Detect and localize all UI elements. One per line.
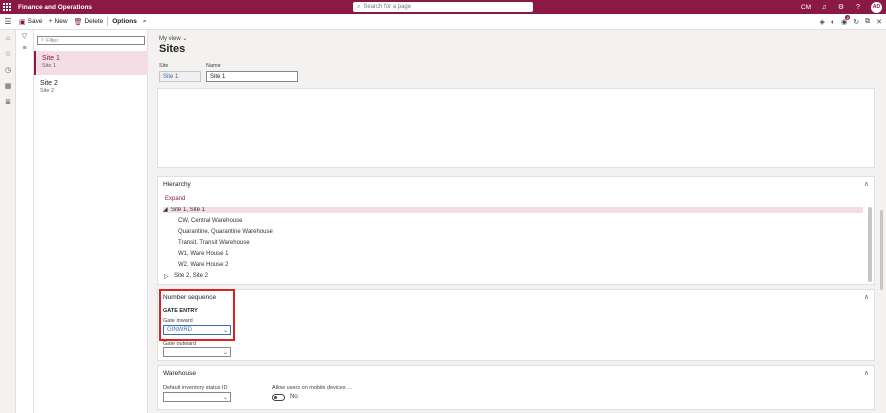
site-label: Site bbox=[159, 63, 169, 69]
search-placeholder: Search for a page bbox=[363, 4, 412, 10]
save-icon: ▣ bbox=[19, 18, 26, 26]
open-new-window-icon[interactable]: ⧉ bbox=[865, 18, 870, 26]
close-icon[interactable]: ✕ bbox=[876, 18, 882, 26]
options-button[interactable]: Options bbox=[109, 14, 140, 30]
trash-icon: 🗑 bbox=[73, 18, 83, 26]
page-title: Sites bbox=[159, 43, 186, 55]
main-scrollbar[interactable] bbox=[880, 210, 883, 290]
mobile-devices-toggle[interactable] bbox=[272, 394, 285, 401]
tree-node-site-2[interactable]: ▷ Site 2, Site 2 bbox=[164, 271, 208, 281]
new-button[interactable]: + New bbox=[45, 14, 70, 30]
list-item-title: Site 1 bbox=[42, 55, 60, 62]
my-view-label: My view bbox=[159, 36, 181, 42]
tree-node[interactable]: Quarantine, Quarantine Warehouse bbox=[178, 227, 273, 237]
refresh-icon[interactable]: ↻ bbox=[853, 18, 859, 26]
notification-count: 2 bbox=[845, 15, 851, 20]
action-search-button[interactable]: ⌕ bbox=[140, 14, 150, 30]
filter-column: ▽ ≡ bbox=[16, 30, 34, 413]
gear-icon[interactable]: ⚙ bbox=[837, 3, 845, 11]
gate-outward-dropdown[interactable]: ⌄ bbox=[163, 347, 231, 357]
chevron-up-icon[interactable]: ∧ bbox=[864, 180, 869, 188]
tree-node-site-1[interactable]: ◢ Site 1, Site 1 bbox=[163, 207, 863, 213]
chevron-up-icon[interactable]: ∧ bbox=[864, 369, 869, 377]
new-label: New bbox=[54, 18, 68, 25]
top-bar: Finance and Operations ⌕ Search for a pa… bbox=[0, 0, 886, 14]
options-label: Options bbox=[112, 18, 137, 25]
mobile-devices-value: No bbox=[290, 394, 298, 400]
workspaces-icon[interactable]: ▦ bbox=[0, 78, 16, 94]
tree-node[interactable]: CW, Central Warehouse bbox=[178, 216, 242, 226]
filter-input[interactable]: ⌕ Filter bbox=[37, 36, 145, 45]
list-item-subtitle: Site 1 bbox=[42, 63, 57, 69]
name-field[interactable]: Site 1 bbox=[206, 71, 298, 82]
help-icon[interactable]: ? bbox=[854, 3, 862, 11]
divider bbox=[107, 17, 109, 26]
main-content: My view ⌄ Sites Site Site 1 Name Site 1 … bbox=[148, 30, 886, 413]
delete-label: Delete bbox=[84, 18, 104, 25]
list-item[interactable]: Site 2 Site 2 bbox=[34, 76, 148, 100]
list-toggle-icon[interactable]: ≡ bbox=[16, 42, 33, 54]
toggle-knob bbox=[274, 396, 277, 399]
tree-node[interactable]: W2, Ware House 2 bbox=[178, 260, 228, 270]
expand-button[interactable]: Expand bbox=[165, 196, 185, 202]
tree-scrollbar[interactable] bbox=[868, 207, 872, 282]
list-item-subtitle: Site 2 bbox=[40, 88, 55, 94]
avatar[interactable]: AD bbox=[871, 1, 882, 13]
save-label: Save bbox=[27, 18, 43, 25]
default-status-label: Default inventory status ID bbox=[163, 385, 228, 391]
hierarchy-title[interactable]: Hierarchy bbox=[163, 181, 191, 188]
chevron-down-icon: ⌄ bbox=[222, 395, 228, 401]
company-picker[interactable]: CM bbox=[801, 4, 811, 11]
search-icon: ⌕ bbox=[357, 3, 361, 10]
my-view-dropdown[interactable]: My view ⌄ bbox=[159, 35, 187, 42]
bell-icon[interactable]: ♫ bbox=[820, 3, 828, 11]
delete-button[interactable]: 🗑 Delete bbox=[71, 14, 107, 30]
home-icon[interactable]: ⌂ bbox=[0, 30, 16, 46]
tree-expander-icon[interactable]: ▷ bbox=[164, 273, 174, 280]
search-icon: ⌕ bbox=[41, 37, 45, 43]
office-icon[interactable]: ◐ bbox=[831, 19, 835, 26]
general-card bbox=[157, 88, 875, 168]
nav-rail: ⌂ ☆ ◷ ▦ ≣ bbox=[0, 30, 16, 413]
action-bar: ☰ ▣ Save + New 🗑 Delete Options ⌕ ◈ ◐ ◉ 2… bbox=[0, 14, 886, 30]
save-button[interactable]: ▣ Save bbox=[16, 14, 45, 30]
tree-node[interactable]: W1, Ware House 1 bbox=[178, 249, 228, 259]
search-icon: ⌕ bbox=[142, 17, 147, 25]
default-status-dropdown[interactable]: ⌄ bbox=[163, 392, 231, 402]
list-item-title: Site 2 bbox=[40, 80, 58, 87]
chevron-up-icon[interactable]: ∧ bbox=[864, 293, 869, 301]
modules-icon[interactable]: ≣ bbox=[0, 94, 16, 110]
warehouse-card: Warehouse ∧ Default inventory status ID … bbox=[157, 365, 875, 410]
warehouse-title[interactable]: Warehouse bbox=[163, 370, 196, 377]
name-label: Name bbox=[206, 63, 221, 69]
power-apps-icon[interactable]: ◈ bbox=[820, 18, 825, 26]
record-list: ⌕ Filter Site 1 Site 1 Site 2 Site 2 bbox=[34, 30, 148, 413]
number-sequence-card: Number sequence ∧ GATE ENTRY Gate inward… bbox=[157, 289, 875, 361]
action-bar-right: ◈ ◐ ◉ 2 ↻ ⧉ ✕ bbox=[820, 14, 882, 30]
tree-node-label: Site 1, Site 1 bbox=[171, 207, 206, 213]
hierarchy-card: Hierarchy ∧ Expand ◢ Site 1, Site 1 CW, … bbox=[157, 176, 875, 285]
hamburger-icon[interactable]: ☰ bbox=[0, 17, 16, 26]
chevron-down-icon: ⌄ bbox=[182, 36, 188, 42]
plus-icon: + bbox=[48, 18, 53, 25]
highlight-box bbox=[159, 289, 235, 341]
top-right-tools: CM ♫ ⚙ ? AD bbox=[801, 0, 882, 14]
filter-icon[interactable]: ▽ bbox=[16, 30, 33, 42]
app-title[interactable]: Finance and Operations bbox=[18, 4, 92, 11]
site-field[interactable]: Site 1 bbox=[159, 71, 201, 82]
mobile-devices-label: Allow users on mobile devices ... bbox=[272, 385, 352, 391]
chevron-down-icon: ⌄ bbox=[222, 350, 228, 356]
recent-icon[interactable]: ◷ bbox=[0, 62, 16, 78]
global-search-input[interactable]: ⌕ Search for a page bbox=[353, 2, 533, 12]
filter-placeholder: Filter bbox=[46, 37, 59, 44]
list-item[interactable]: Site 1 Site 1 bbox=[34, 51, 148, 75]
tree-node-label: Site 2, Site 2 bbox=[174, 273, 209, 279]
app-launcher-icon[interactable] bbox=[0, 0, 14, 14]
tree-node[interactable]: Transit, Transit Warehouse bbox=[178, 238, 250, 248]
tree-expander-icon[interactable]: ◢ bbox=[163, 207, 171, 213]
notification-icon[interactable]: ◉ 2 bbox=[841, 15, 851, 26]
star-icon[interactable]: ☆ bbox=[0, 46, 16, 62]
